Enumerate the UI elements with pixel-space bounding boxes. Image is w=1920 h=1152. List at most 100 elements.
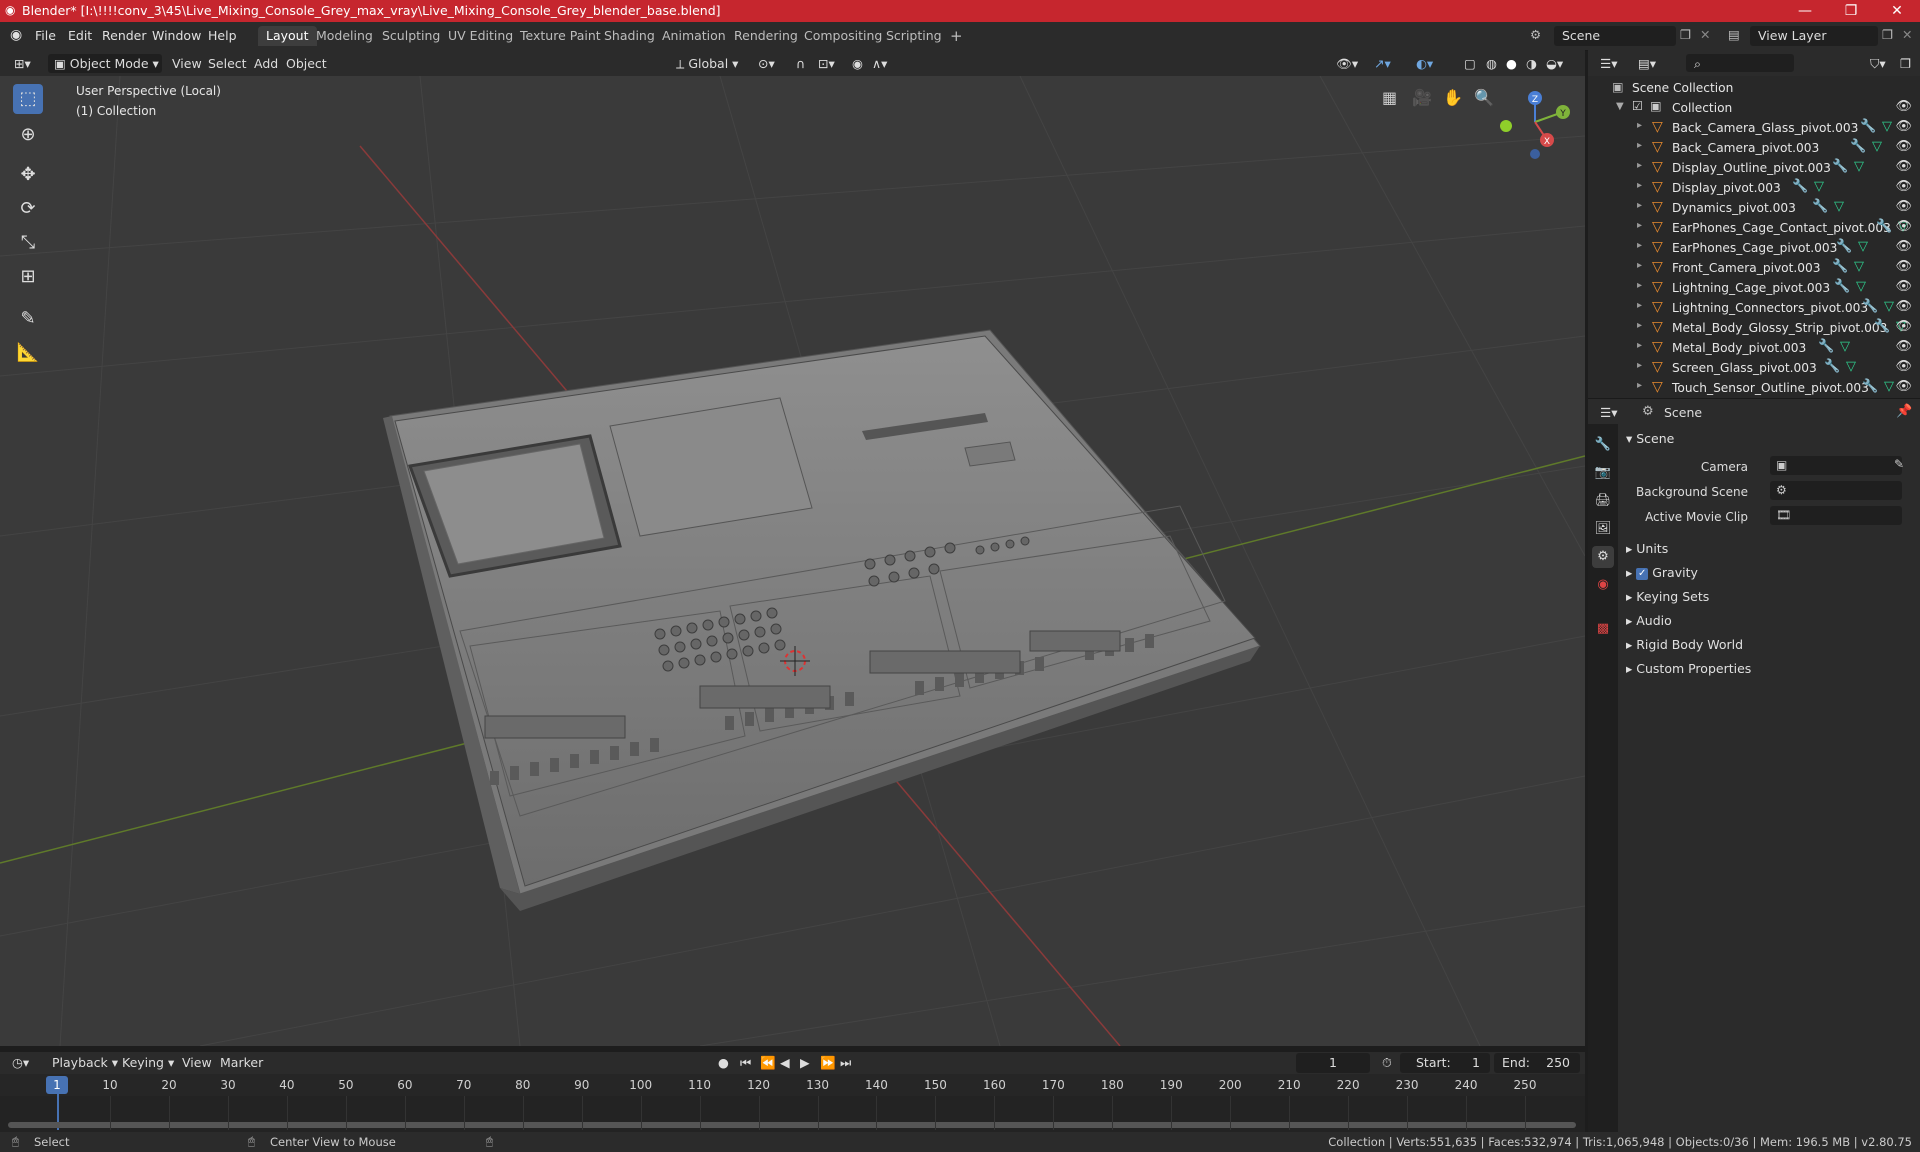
eye-icon[interactable]: 👁 <box>1895 119 1912 134</box>
record-icon[interactable]: ● <box>712 1053 735 1072</box>
texture-tab-icon[interactable]: ▩ <box>1592 618 1614 640</box>
preview-range-icon[interactable]: ⏱ <box>1376 1053 1398 1072</box>
tab-texture-paint[interactable]: Texture Paint <box>512 26 609 46</box>
outliner-scene-collection[interactable]: ▣ Scene Collection <box>1588 78 1920 98</box>
eye-icon[interactable]: 👁 <box>1895 239 1912 254</box>
toggle-camera-view-icon[interactable]: ▦ <box>1382 88 1397 107</box>
menu-object[interactable]: Object <box>280 54 333 73</box>
tab-uv-editing[interactable]: UV Editing <box>440 26 521 46</box>
modifier-icon[interactable]: 🔧 <box>1874 319 1890 334</box>
jump-end-icon[interactable]: ⏭ <box>834 1053 857 1072</box>
eye-icon[interactable]: 👁 <box>1895 159 1912 174</box>
snap-target-icon[interactable]: ⊡▾ <box>812 54 841 73</box>
menu-render[interactable]: Render <box>102 28 147 43</box>
move-tool-icon[interactable]: ✥ <box>13 160 43 190</box>
world-tab-icon[interactable]: ◉ <box>1592 574 1614 596</box>
modifier-icon[interactable]: 🔧 <box>1862 299 1878 314</box>
mesh-data-icon[interactable]: ▽ <box>1884 379 1894 394</box>
tool-tab-icon[interactable]: 🔧 <box>1592 434 1614 456</box>
expand-icon[interactable]: ▸ <box>1637 200 1642 211</box>
mesh-data-icon[interactable]: ▽ <box>1846 359 1856 374</box>
menu-file[interactable]: File <box>35 28 56 43</box>
delete-scene-icon[interactable]: ✕ <box>1700 27 1710 42</box>
modifier-icon[interactable]: 🔧 <box>1818 339 1834 354</box>
eye-icon[interactable]: 👁 <box>1895 379 1912 394</box>
eye-icon[interactable]: 👁 <box>1895 139 1912 154</box>
gravity-section[interactable]: ▸ ✓ Gravity <box>1626 565 1698 580</box>
modifier-icon[interactable]: 🔧 <box>1836 239 1852 254</box>
eye-icon[interactable]: 👁 <box>1895 279 1912 294</box>
timeline-editor-type-icon[interactable]: ◷▾ <box>6 1053 35 1072</box>
play-icon[interactable]: ▶ <box>794 1053 816 1072</box>
close-button[interactable]: ✕ <box>1874 0 1920 22</box>
outliner-object-row[interactable]: ▸ ▽ EarPhones_Cage_pivot.003 🔧 ▽ 👁 <box>1588 238 1920 258</box>
play-reverse-icon[interactable]: ◀ <box>774 1053 796 1072</box>
object-visibility-icon[interactable]: 👁▾ <box>1330 54 1364 73</box>
navigation-gizmo[interactable]: Z Y X <box>1490 84 1580 164</box>
collection-checkbox-icon[interactable]: ☑ <box>1632 99 1643 113</box>
current-frame-field[interactable]: 1 <box>1296 1053 1370 1073</box>
eye-icon[interactable]: 👁 <box>1895 339 1912 354</box>
outliner-object-row[interactable]: ▸ ▽ Lightning_Cage_pivot.003 🔧 ▽ 👁 <box>1588 278 1920 298</box>
pivot-point-icon[interactable]: ⊙▾ <box>752 54 781 73</box>
scale-tool-icon[interactable]: ⤡ <box>13 228 43 258</box>
background-scene-field[interactable] <box>1770 481 1902 500</box>
outliner-object-row[interactable]: ▸ ▽ Back_Camera_Glass_pivot.003 🔧 ▽ 👁 <box>1588 118 1920 138</box>
outliner-collection[interactable]: ▼ ☑ ▣ Collection 👁 <box>1588 98 1920 118</box>
modifier-icon[interactable]: 🔧 <box>1812 199 1828 214</box>
transform-tool-icon[interactable]: ⊞ <box>13 262 43 292</box>
falloff-icon[interactable]: ∧▾ <box>866 54 893 73</box>
expand-icon[interactable]: ▸ <box>1637 180 1642 191</box>
expand-icon[interactable]: ▸ <box>1637 220 1642 231</box>
menu-view-timeline[interactable]: View <box>176 1053 218 1072</box>
display-mode-icon[interactable]: ▤▾ <box>1632 54 1662 73</box>
expand-icon[interactable]: ▸ <box>1637 360 1642 371</box>
modifier-icon[interactable]: 🔧 <box>1824 359 1840 374</box>
expand-icon[interactable]: ▸ <box>1637 140 1642 151</box>
modifier-icon[interactable]: 🔧 <box>1832 259 1848 274</box>
mesh-data-icon[interactable]: ▽ <box>1856 279 1866 294</box>
transform-orientation-selector[interactable]: ⟂ Global ▾ <box>670 54 744 73</box>
expand-icon[interactable]: ▸ <box>1637 340 1642 351</box>
pin-icon[interactable]: 📌 <box>1896 404 1912 419</box>
mesh-data-icon[interactable]: ▽ <box>1854 259 1864 274</box>
expand-icon[interactable]: ▸ <box>1637 160 1642 171</box>
filter-icon[interactable]: ⛉▾ <box>1864 54 1892 73</box>
add-workspace-button[interactable]: + <box>942 26 971 46</box>
eye-icon[interactable]: 👁 <box>1895 319 1912 334</box>
outliner-object-row[interactable]: ▸ ▽ Screen_Glass_pivot.003 🔧 ▽ 👁 <box>1588 358 1920 378</box>
modifier-icon[interactable]: 🔧 <box>1834 279 1850 294</box>
outliner-object-row[interactable]: ▸ ▽ Metal_Body_Glossy_Strip_pivot.003 🔧 ▽ 👁 <box>1588 318 1920 338</box>
pan-view-icon[interactable]: ✋ <box>1443 88 1463 107</box>
modifier-icon[interactable]: 🔧 <box>1832 159 1848 174</box>
keying-sets-section[interactable]: ▸ Keying Sets <box>1626 589 1709 604</box>
maximize-button[interactable]: ❐ <box>1828 0 1874 22</box>
timeline-ruler[interactable]: 10 20 30 40 50 60 70 80 90 100 110 120 130 140 150 160 1… <box>0 1074 1585 1096</box>
start-frame-field[interactable]: Start: 1 <box>1400 1053 1490 1073</box>
camera-view-icon[interactable]: 🎥 <box>1412 88 1432 107</box>
snap-icon[interactable]: ∩ <box>790 54 811 73</box>
gizmo-toggle-icon[interactable]: ↗▾ <box>1368 54 1397 73</box>
units-section[interactable]: ▸ Units <box>1626 541 1668 556</box>
mesh-data-icon[interactable]: ▽ <box>1872 139 1882 154</box>
end-frame-field[interactable]: End: 250 <box>1494 1053 1580 1073</box>
rotate-tool-icon[interactable]: ⟳ <box>13 194 43 224</box>
menu-select[interactable]: Select <box>202 54 253 73</box>
xray-toggle-icon[interactable]: ▢ <box>1458 54 1482 73</box>
outliner-object-row[interactable]: ▸ ▽ Display_Outline_pivot.003 🔧 ▽ 👁 <box>1588 158 1920 178</box>
select-box-tool-icon[interactable]: ⬚ <box>13 84 43 114</box>
tab-rendering[interactable]: Rendering <box>726 26 806 46</box>
eyedropper-icon[interactable]: ✎ <box>1894 457 1904 471</box>
expand-icon[interactable]: ▸ <box>1637 260 1642 271</box>
mesh-data-icon[interactable]: ▽ <box>1882 119 1892 134</box>
cursor-tool-icon[interactable]: ⊕ <box>13 120 43 150</box>
scene-tab-icon[interactable]: ⚙ <box>1592 546 1614 568</box>
minimize-button[interactable]: — <box>1782 0 1828 22</box>
timeline-body[interactable]: 10 20 30 40 50 60 70 80 90 100 110 120 130 140 150 160 1… <box>0 1074 1585 1134</box>
expand-icon[interactable]: ▸ <box>1637 240 1642 251</box>
tab-scripting[interactable]: Scripting <box>878 26 950 46</box>
outliner-object-row[interactable]: ▸ ▽ EarPhones_Cage_Contact_pivot.003 🔧 ▽ 👁 <box>1588 218 1920 238</box>
menu-edit[interactable]: Edit <box>68 28 92 43</box>
new-scene-icon[interactable]: ❐ <box>1680 27 1691 42</box>
delete-view-layer-icon[interactable]: ✕ <box>1902 27 1912 42</box>
